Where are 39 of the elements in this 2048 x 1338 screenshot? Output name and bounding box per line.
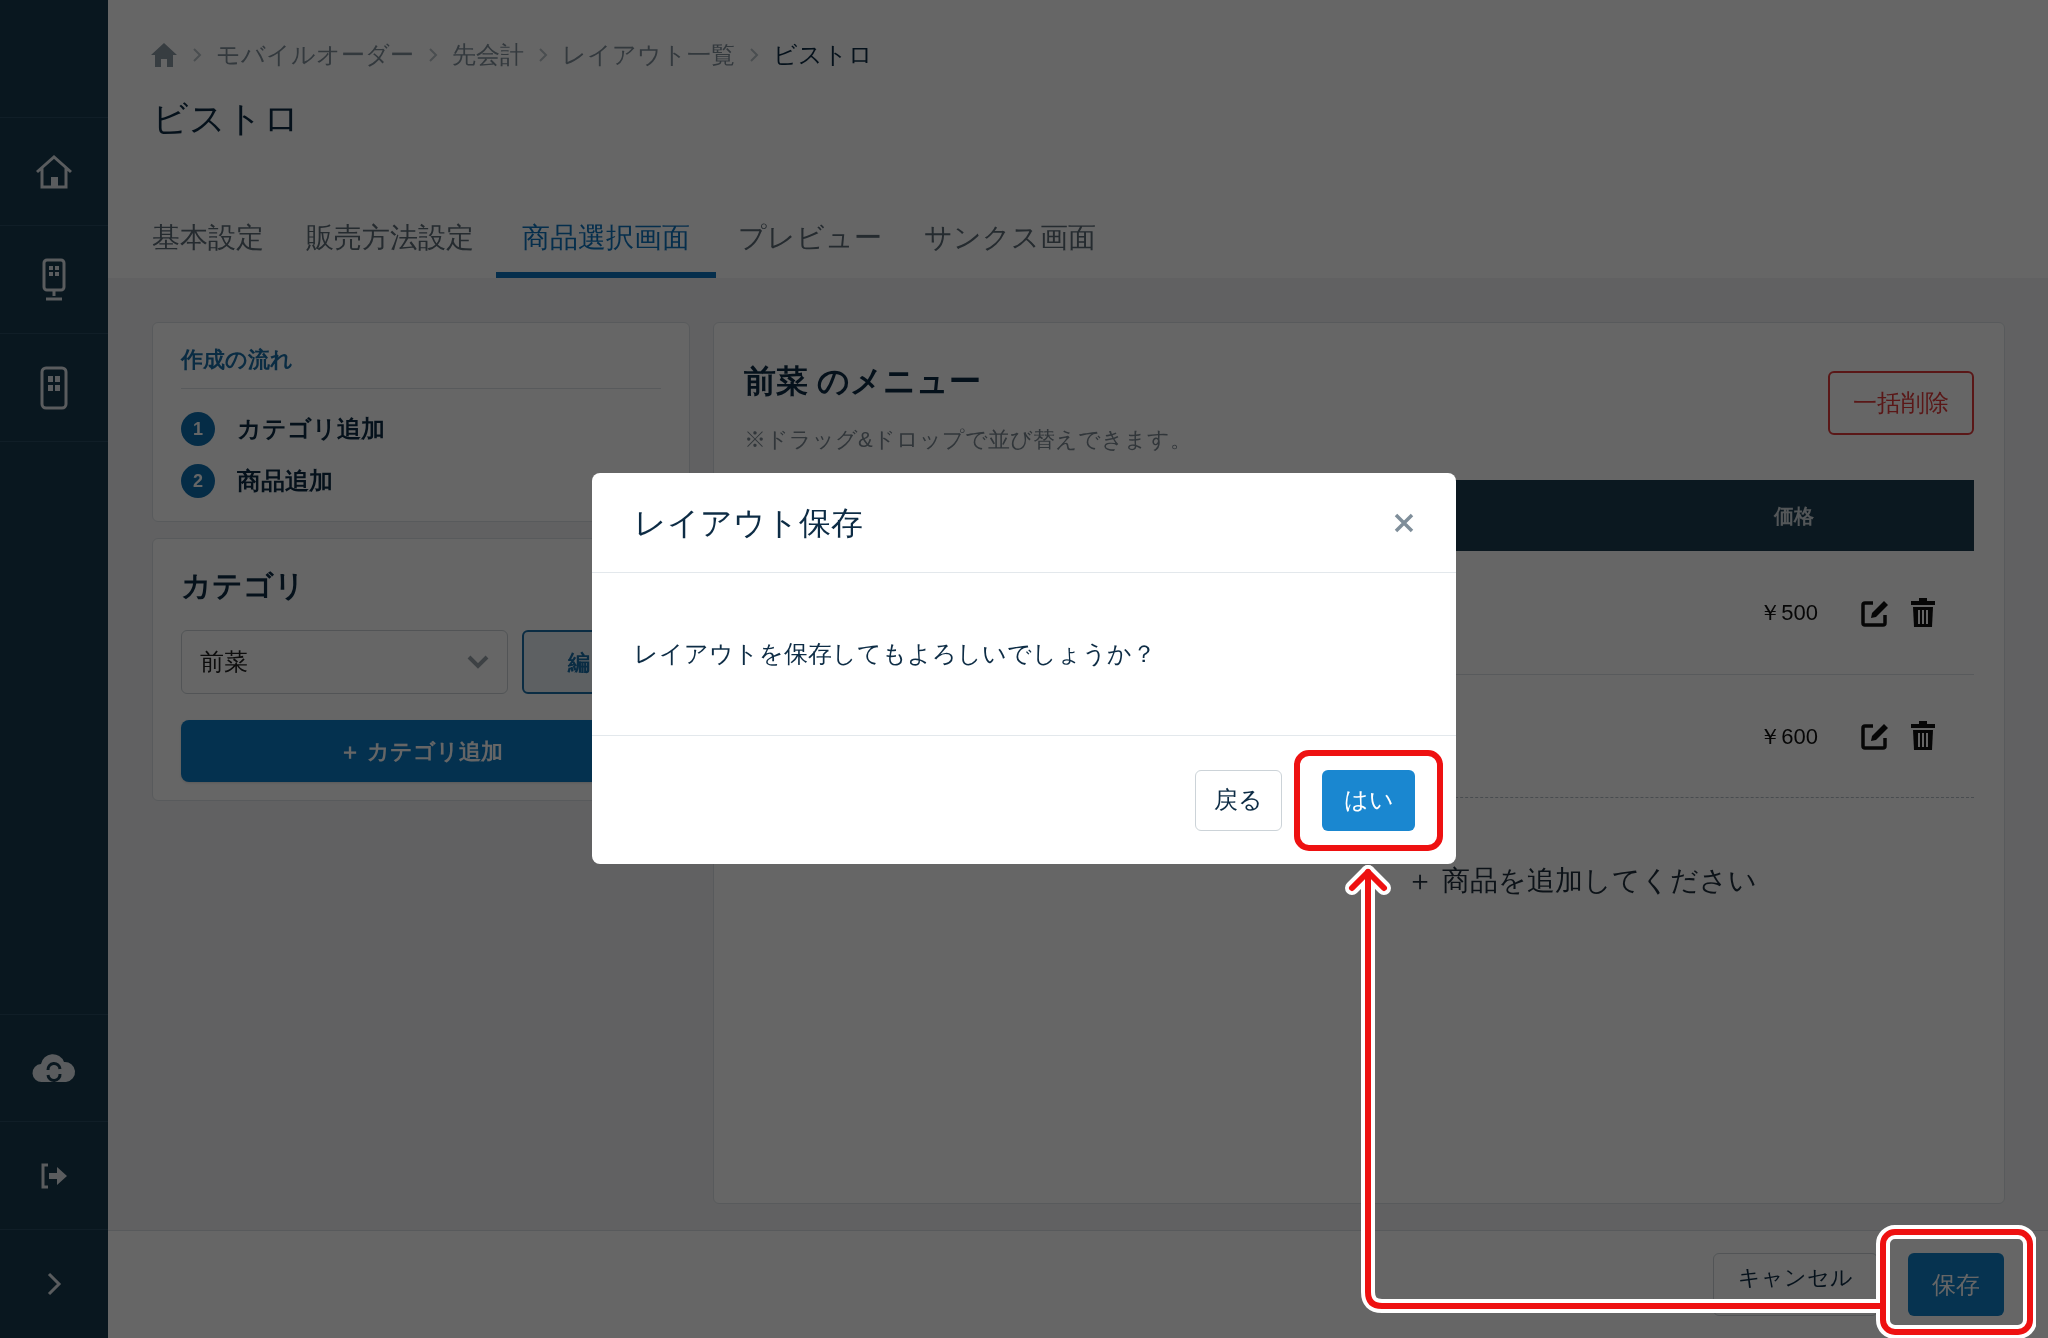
tab[interactable]: サンクス画面 bbox=[904, 200, 1116, 278]
dialog-title: レイアウト保存 bbox=[634, 503, 863, 543]
tablet-icon[interactable] bbox=[40, 365, 68, 410]
home-icon[interactable] bbox=[150, 42, 178, 68]
column-header: 価格 bbox=[1774, 503, 1814, 529]
chevron-right-icon bbox=[428, 47, 438, 63]
category-title: カテゴリ bbox=[181, 568, 306, 604]
trash-icon[interactable] bbox=[1910, 721, 1936, 751]
chevron-right-icon bbox=[192, 47, 202, 63]
back-button[interactable]: 戻る bbox=[1195, 769, 1282, 831]
tab[interactable]: 販売方法設定 bbox=[286, 200, 494, 278]
price-cell-text: ￥600 bbox=[1759, 722, 1818, 751]
bulk-delete-button[interactable]: 一括削除 bbox=[1828, 371, 1974, 435]
price-cell-text: ￥500 bbox=[1759, 599, 1818, 627]
home-icon[interactable] bbox=[34, 153, 74, 190]
page-title: ビストロ bbox=[151, 97, 301, 141]
tab[interactable]: 基本設定 bbox=[132, 200, 284, 278]
chevron-right-icon bbox=[538, 47, 548, 63]
category-select[interactable]: 前菜 bbox=[181, 630, 508, 694]
save-button[interactable]: 保存 bbox=[1908, 1253, 2004, 1316]
add-item-link[interactable]: ＋ 商品を追加してください bbox=[1406, 860, 1757, 902]
chevron-right-icon bbox=[749, 47, 759, 63]
kiosk-icon[interactable] bbox=[41, 257, 67, 302]
chevron-down-icon bbox=[466, 655, 489, 669]
step-number: 2 bbox=[181, 464, 215, 498]
close-icon[interactable] bbox=[1394, 512, 1414, 533]
cloud-sync-icon[interactable] bbox=[32, 1053, 76, 1083]
trash-icon[interactable] bbox=[1910, 597, 1936, 628]
edit-icon[interactable] bbox=[1860, 721, 1890, 751]
menu-title: 前菜 のメニュー bbox=[744, 362, 981, 401]
flow-title: 作成の流れ bbox=[181, 343, 661, 389]
expand-chevron-icon[interactable] bbox=[46, 1271, 62, 1297]
step-number: 1 bbox=[181, 412, 215, 446]
step-label: 商品追加 bbox=[237, 466, 333, 496]
confirm-button[interactable]: はい bbox=[1322, 769, 1415, 831]
tab[interactable]: 商品選択画面 bbox=[496, 200, 716, 278]
tab[interactable]: プレビュー bbox=[718, 200, 902, 278]
step-label: カテゴリ追加 bbox=[237, 414, 385, 444]
breadcrumb-current: ビストロ bbox=[773, 40, 873, 70]
